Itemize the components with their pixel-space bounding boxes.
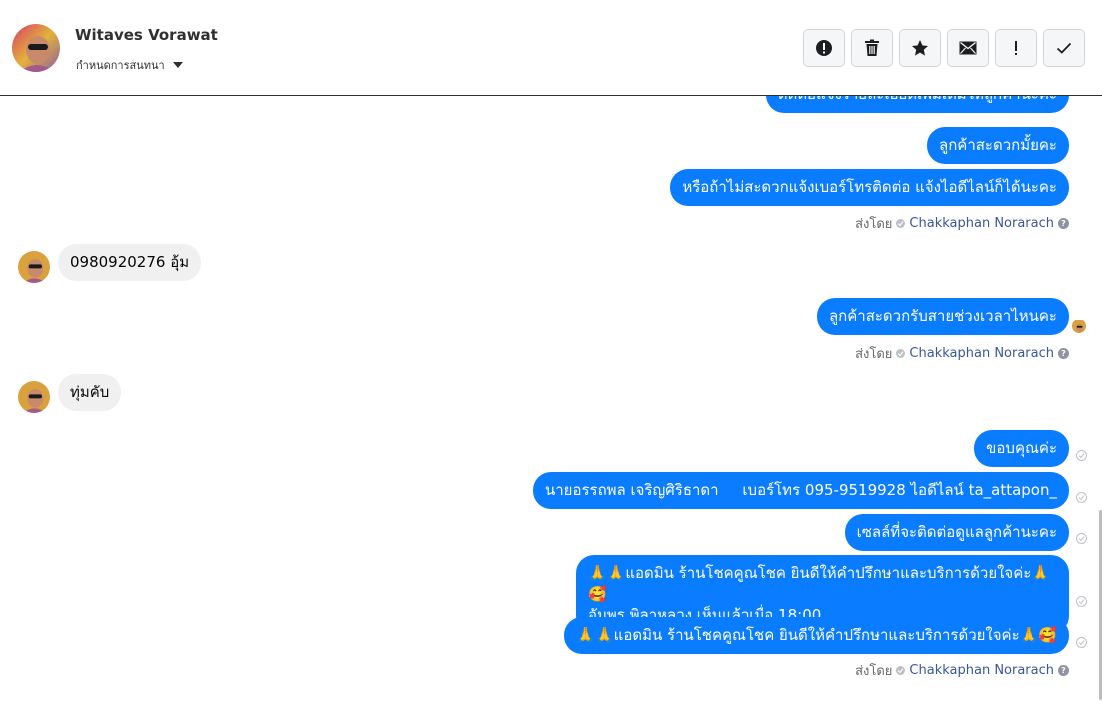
outgoing-message[interactable]: หรือถ้าไม่สะดวกแจ้งเบอร์โทรติดต่อ แจ้งไอ…: [670, 169, 1069, 206]
seen-avatar: [1072, 319, 1086, 333]
delivered-icon: [1076, 450, 1087, 461]
sent-by-prefix: ส่งโดย: [855, 347, 893, 362]
help-icon[interactable]: ?: [1058, 218, 1069, 229]
outgoing-message[interactable]: นายอรรถพล เจริญศิริธาดา เบอร์โทร 095-951…: [532, 472, 1069, 509]
message-thread[interactable]: ติดต่อแจ้งรายละเอียดเพิ่มเติมให้ลูกค้านะ…: [0, 96, 1102, 710]
mark-unread-button[interactable]: [947, 29, 989, 67]
alert-circle-icon: [816, 40, 832, 56]
delivered-icon: [1076, 533, 1087, 544]
outgoing-message[interactable]: ติดต่อแจ้งรายละเอียดเพิ่มเติมให้ลูกค้านะ…: [765, 96, 1069, 113]
incoming-message[interactable]: 0980920276 อุ้ม: [58, 244, 202, 281]
delivered-icon: [1076, 637, 1087, 648]
spam-button[interactable]: [803, 29, 845, 67]
star-button[interactable]: [899, 29, 941, 67]
verified-icon: [896, 666, 906, 675]
conversation-header: Witaves Vorawat กำหนดการสนทนา: [0, 0, 1102, 96]
sender-avatar[interactable]: [18, 381, 50, 413]
conversation-settings-label: กำหนดการสนทนา: [76, 59, 165, 72]
delivered-icon: [1076, 492, 1087, 503]
delete-button[interactable]: [851, 29, 893, 67]
conversation-settings-dropdown[interactable]: กำหนดการสนทนา: [76, 56, 183, 74]
outgoing-message[interactable]: ลูกค้าสะดวกมั้ยคะ: [927, 127, 1069, 164]
verified-icon: [896, 349, 906, 358]
mark-done-button[interactable]: [1043, 29, 1085, 67]
help-icon[interactable]: ?: [1058, 348, 1069, 359]
contact-name: Witaves Vorawat: [75, 26, 218, 44]
sender-avatar[interactable]: [18, 251, 50, 283]
sent-by-prefix: ส่งโดย: [855, 664, 893, 679]
outgoing-message[interactable]: ขอบคุณค่ะ: [974, 430, 1069, 467]
conversation-toolbar: [803, 29, 1085, 67]
delivered-icon: [1076, 596, 1087, 607]
message-line: 🙏🙏แอดมิน ร้านโชคคูณโชค ยินดีให้คำปรึกษาแ…: [588, 564, 1050, 603]
exclamation-icon: [1015, 41, 1017, 55]
help-icon[interactable]: ?: [1058, 665, 1069, 676]
trash-icon: [865, 39, 879, 56]
outgoing-message[interactable]: ลูกค้าสะดวกรับสายช่วงเวลาไหนคะ: [816, 298, 1069, 335]
sent-by-label: ส่งโดย Chakkaphan Norarach ?: [855, 660, 1069, 681]
agent-name-link[interactable]: Chakkaphan Norarach: [909, 663, 1054, 678]
important-button[interactable]: [995, 29, 1037, 67]
contact-avatar[interactable]: [12, 24, 60, 72]
verified-icon: [896, 219, 906, 228]
envelope-icon: [959, 41, 977, 55]
sent-by-label: ส่งโดย Chakkaphan Norarach ?: [855, 213, 1069, 234]
incoming-message[interactable]: ทุ่มคับ: [58, 374, 122, 411]
sent-by-label: ส่งโดย Chakkaphan Norarach ?: [855, 343, 1069, 364]
agent-name-link[interactable]: Chakkaphan Norarach: [909, 346, 1054, 361]
caret-down-icon: [172, 62, 183, 68]
outgoing-message[interactable]: เซลล์ที่จะติดต่อดูแลลูกค้านะคะ: [844, 514, 1069, 551]
star-icon: [912, 40, 928, 56]
outgoing-message[interactable]: 🙏🙏แอดมิน ร้านโชคคูณโชค ยินดีให้คำปรึกษาแ…: [564, 617, 1069, 654]
sent-by-prefix: ส่งโดย: [855, 217, 893, 232]
checkmark-icon: [1056, 42, 1072, 54]
agent-name-link[interactable]: Chakkaphan Norarach: [909, 216, 1054, 231]
